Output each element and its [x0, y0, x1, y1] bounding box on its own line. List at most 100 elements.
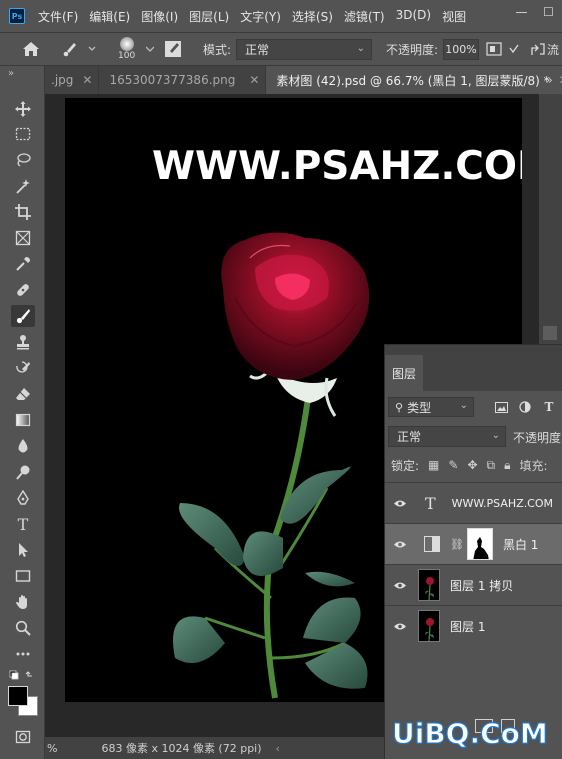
pen-tool-icon[interactable] [11, 487, 35, 509]
brush-tool-preset-icon[interactable] [62, 33, 96, 65]
opacity-input[interactable]: 100% [443, 39, 479, 60]
magic-wand-tool-icon[interactable] [11, 175, 35, 197]
adjustment-filter-icon[interactable] [513, 397, 537, 417]
layer-row-pixel-copy[interactable]: 图层 1 拷贝 [385, 564, 562, 605]
tab-document-1[interactable]: .jpg ✕ [45, 66, 100, 94]
flow-icon[interactable] [530, 33, 546, 65]
maximize-button[interactable]: ☐ [535, 0, 562, 24]
menu-3d[interactable]: 3D(D) [396, 8, 431, 25]
menu-image[interactable]: 图像(I) [141, 8, 178, 25]
home-icon[interactable] [22, 33, 40, 65]
document-size: 683 像素 x 1024 像素 (72 ppi) [101, 742, 262, 755]
rectangle-tool-icon[interactable] [11, 565, 35, 587]
gradient-tool-icon[interactable] [11, 409, 35, 431]
fill-label: 填充: [519, 458, 548, 473]
eraser-tool-icon[interactable] [11, 383, 35, 405]
hand-tool-icon[interactable] [11, 591, 35, 613]
frame-tool-icon[interactable] [11, 227, 35, 249]
chevron-down-icon[interactable] [146, 33, 154, 65]
layer-filter-value: 类型 [407, 400, 432, 415]
close-icon[interactable]: ✕ [82, 73, 92, 87]
lock-position-icon[interactable]: ✥ [467, 458, 477, 472]
clone-stamp-tool-icon[interactable] [11, 331, 35, 353]
brush-size-picker[interactable]: 100 [118, 33, 135, 65]
move-tool-icon[interactable] [11, 98, 35, 120]
menu-type[interactable]: 文字(Y) [240, 8, 281, 25]
eyedropper-tool-icon[interactable] [11, 253, 35, 275]
layer-opacity-label: 不透明度: [513, 431, 562, 445]
menu-filter[interactable]: 滤镜(T) [344, 8, 385, 25]
photoshop-logo-icon[interactable]: Ps [9, 8, 25, 24]
layer-row-pixel[interactable]: 图层 1 [385, 605, 562, 646]
path-selection-tool-icon[interactable] [11, 539, 35, 561]
lock-all-icon[interactable]: 🔒︎ [504, 458, 510, 473]
layer-filter-icons: T [489, 397, 561, 417]
minimize-button[interactable]: — [508, 0, 535, 24]
eye-icon[interactable] [385, 499, 415, 508]
lock-artboard-icon[interactable]: ⧉ [487, 458, 496, 473]
scrollbar-thumb[interactable] [543, 326, 557, 340]
tab-layers[interactable]: 图层 [385, 355, 423, 391]
lasso-tool-icon[interactable] [11, 149, 35, 171]
layer-name: 图层 1 拷贝 [450, 578, 514, 593]
layer-thumbnail[interactable] [418, 610, 440, 642]
type-tool-icon[interactable]: T [11, 513, 35, 535]
dodge-tool-icon[interactable] [11, 461, 35, 483]
link-icon[interactable]: ⛓︎ [450, 538, 464, 551]
mode-value: 正常 [245, 43, 270, 57]
menu-select[interactable]: 选择(S) [292, 8, 333, 25]
history-brush-tool-icon[interactable] [11, 357, 35, 379]
marquee-tool-icon[interactable] [11, 123, 35, 145]
brush-size-value: 100 [118, 51, 136, 61]
menu-edit[interactable]: 编辑(E) [89, 8, 130, 25]
chevron-down-icon[interactable] [509, 33, 519, 65]
layer-list: T WWW.PSAHZ.COM ⛓︎ 黑白 1 图层 1 拷贝 图层 1 [385, 482, 562, 646]
quick-mask-icon[interactable] [11, 726, 35, 748]
lock-transparent-icon[interactable]: ▦ [428, 458, 439, 472]
default-colors-icon[interactable] [9, 670, 37, 684]
pressure-opacity-icon[interactable] [486, 33, 502, 65]
layer-filter-select[interactable]: ⚲ 类型 ⌄ [388, 397, 474, 417]
type-filter-icon[interactable]: T [537, 397, 561, 417]
tab-document-active[interactable]: 素材图 (42).psd @ 66.7% (黑白 1, 图层蒙版/8) * ✕ [266, 66, 562, 94]
foreground-color-swatch[interactable] [8, 686, 28, 706]
layer-name: 黑白 1 [502, 537, 539, 552]
layer-mask-thumbnail[interactable] [466, 528, 493, 560]
close-icon[interactable]: ✕ [249, 73, 259, 87]
layer-name: WWW.PSAHZ.COM [451, 496, 554, 510]
menu-layer[interactable]: 图层(L) [189, 8, 229, 25]
layer-row-text[interactable]: T WWW.PSAHZ.COM [385, 482, 562, 523]
more-tools-icon[interactable] [11, 643, 35, 665]
image-filter-icon[interactable] [489, 397, 513, 417]
layer-blend-mode-select[interactable]: 正常 ⌄ [388, 426, 506, 447]
mode-select[interactable]: 正常 ⌄ [236, 39, 372, 60]
eye-icon[interactable] [385, 540, 415, 549]
menu-items: 文件(F) 编辑(E) 图像(I) 图层(L) 文字(Y) 选择(S) 滤镜(T… [38, 8, 477, 25]
panel-collapse-icon[interactable]: » [8, 68, 14, 79]
eye-icon[interactable] [385, 581, 415, 590]
layer-name: 图层 1 [450, 619, 486, 634]
chevron-left-icon[interactable]: ‹ [276, 742, 280, 755]
layer-row-adjustment[interactable]: ⛓︎ 黑白 1 [385, 523, 562, 564]
canvas-scrollbar[interactable] [539, 94, 562, 344]
zoom-tool-icon[interactable] [11, 617, 35, 639]
tab-document-2[interactable]: 1653007377386.png ✕ [99, 66, 267, 94]
layers-panel-header: 图层 [385, 345, 562, 391]
brush-settings-icon[interactable] [164, 33, 182, 65]
crop-tool-icon[interactable] [11, 201, 35, 223]
lock-label: 锁定: [391, 458, 420, 473]
eye-icon[interactable] [385, 622, 415, 631]
lock-row: 锁定: ▦ ✎ ✥ ⧉ 🔒︎ 填充: [391, 456, 548, 474]
more-tabs-icon[interactable]: » [536, 66, 562, 94]
black-white-adjustment-icon[interactable] [424, 536, 440, 552]
document-tabs: .jpg ✕ 1653007377386.png ✕ 素材图 (42).psd … [45, 66, 562, 94]
zoom-level[interactable]: % [47, 742, 57, 755]
brush-tool-icon[interactable] [11, 305, 35, 327]
menu-file[interactable]: 文件(F) [38, 8, 78, 25]
layer-thumbnail[interactable] [418, 569, 440, 601]
lock-image-icon[interactable]: ✎ [448, 458, 458, 472]
blur-tool-icon[interactable] [11, 435, 35, 457]
tools-panel: » T [0, 66, 45, 759]
healing-brush-tool-icon[interactable] [11, 279, 35, 301]
menu-view[interactable]: 视图 [442, 8, 466, 25]
